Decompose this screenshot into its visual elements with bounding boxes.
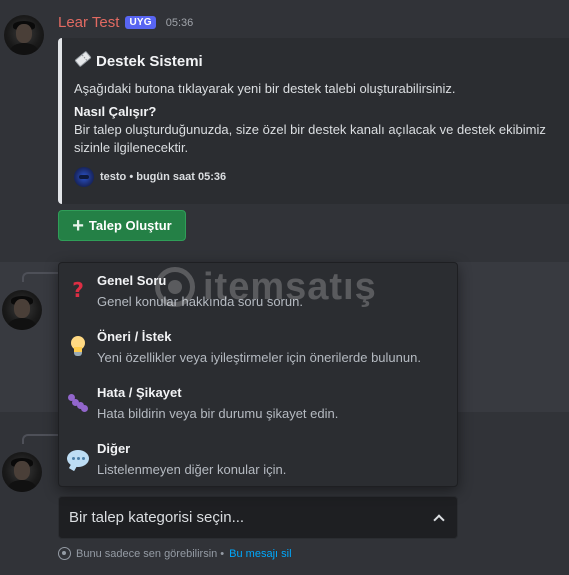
dropdown-option-other[interactable]: Diğer Listelenmeyen diğer konular için. [59,431,457,486]
dropdown-option-general[interactable]: ? Genel Soru Genel konular hakkında soru… [59,263,457,319]
option-label: Genel Soru [97,273,167,288]
bot-avatar[interactable] [4,15,44,55]
option-description: Yeni özellikler veya iyileştirmeler için… [97,350,421,365]
dropdown-option-bug[interactable]: Hata / Şikayet Hata bildirin veya bir du… [59,375,457,431]
bot-message: Lear Test UYG 05:36 Destek Sistemi Aşağı… [0,0,569,262]
user-avatar[interactable] [2,452,42,492]
question-mark-icon: ? [72,278,84,302]
option-label: Diğer [97,441,131,456]
ticket-icon [74,50,92,72]
ephemeral-notice: Bunu sadece sen görebilirsin • Bu mesajı… [58,547,292,560]
embed-title-text: Destek Sistemi [96,52,203,70]
category-dropdown-menu: ? Genel Soru Genel konular hakkında soru… [58,262,458,487]
dismiss-message-link[interactable]: Bu mesajı sil [229,548,291,560]
speech-bubble-icon [67,447,89,469]
option-description: Listelenmeyen diğer konular için. [97,462,287,477]
bug-icon [67,391,89,413]
select-placeholder: Bir talep kategorisi seçin... [69,509,245,526]
embed-field-name: Nasıl Çalışır? [74,104,157,119]
light-bulb-icon [67,335,89,357]
app-badge: UYG [125,16,156,29]
create-ticket-button[interactable]: + Talep Oluştur [58,210,186,241]
plus-icon: + [72,214,84,237]
category-select[interactable]: Bir talep kategorisi seçin... [58,496,458,539]
username[interactable]: Lear Test [58,14,119,31]
option-label: Hata / Şikayet [97,385,182,400]
dropdown-option-suggestion[interactable]: Öneri / İstek Yeni özellikler veya iyile… [59,319,457,375]
option-label: Öneri / İstek [97,329,172,344]
embed-footer-text: testo • bugün saat 05:36 [100,171,227,183]
option-description: Hata bildirin veya bir durumu şikayet ed… [97,406,339,421]
message-header: Lear Test UYG 05:36 [58,14,193,31]
user-avatar[interactable] [2,290,42,330]
support-embed: Destek Sistemi Aşağıdaki butona tıklayar… [58,38,569,204]
chevron-up-icon [433,513,445,526]
reply-connector [22,272,58,282]
footer-avatar-icon [74,167,94,187]
embed-title: Destek Sistemi [74,50,555,72]
embed-field-value: Bir talep oluşturduğunuzda, size özel bi… [74,122,546,155]
message-timestamp[interactable]: 05:36 [166,17,194,29]
embed-footer: testo • bugün saat 05:36 [74,167,555,187]
eye-icon [58,547,71,560]
reply-connector [22,434,58,444]
option-description: Genel konular hakkında soru sorun. [97,294,303,309]
create-ticket-label: Talep Oluştur [88,218,172,233]
embed-description: Aşağıdaki butona tıklayarak yeni bir des… [74,81,456,96]
ephemeral-text: Bunu sadece sen görebilirsin • [76,547,225,560]
